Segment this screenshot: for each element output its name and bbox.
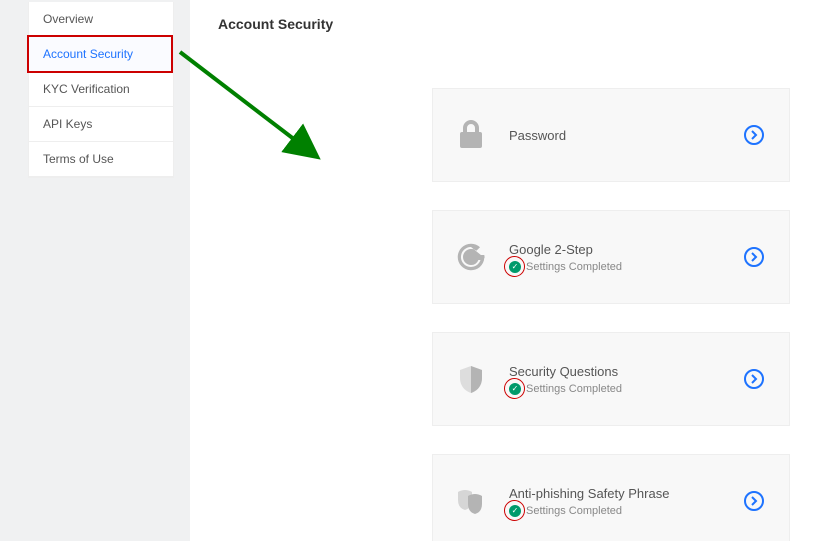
sidebar: Overview Account Security KYC Verificati… xyxy=(28,2,174,178)
card-title: Security Questions xyxy=(509,364,737,379)
security-card-antiphishing: Anti-phishing Safety Phrase ✓ Settings C… xyxy=(432,454,790,541)
sidebar-item-label: Account Security xyxy=(43,47,133,61)
card-status-text: Settings Completed xyxy=(526,383,622,395)
card-status-text: Settings Completed xyxy=(526,505,622,517)
page-header: Account Security xyxy=(190,0,839,47)
card-status-text: Settings Completed xyxy=(526,261,622,273)
sidebar-item-label: API Keys xyxy=(43,117,92,131)
sidebar-item-kyc[interactable]: KYC Verification xyxy=(29,72,173,107)
sidebar-item-account-security[interactable]: Account Security xyxy=(29,37,173,72)
card-title: Password xyxy=(509,128,737,143)
content-body: Password Google 2-Step ✓ Settings Comple… xyxy=(190,46,839,541)
sidebar-item-label: Terms of Use xyxy=(43,152,114,166)
card-status: ✓ Settings Completed xyxy=(509,261,737,273)
check-icon: ✓ xyxy=(509,383,521,395)
open-password-button[interactable] xyxy=(737,124,771,146)
app-root: Overview Account Security KYC Verificati… xyxy=(0,0,839,541)
google-icon xyxy=(451,243,491,271)
open-questions-button[interactable] xyxy=(737,368,771,390)
masks-icon xyxy=(451,488,491,514)
sidebar-item-overview[interactable]: Overview xyxy=(29,2,173,37)
card-text: Password xyxy=(491,128,737,143)
card-text: Security Questions ✓ Settings Completed xyxy=(491,364,737,395)
shield-icon xyxy=(451,364,491,394)
sidebar-item-label: Overview xyxy=(43,12,93,26)
check-icon: ✓ xyxy=(509,261,521,273)
open-google-button[interactable] xyxy=(737,246,771,268)
card-status: ✓ Settings Completed xyxy=(509,505,737,517)
sidebar-item-api-keys[interactable]: API Keys xyxy=(29,107,173,142)
card-title: Anti-phishing Safety Phrase xyxy=(509,486,737,501)
card-status: ✓ Settings Completed xyxy=(509,383,737,395)
check-icon: ✓ xyxy=(509,505,521,517)
security-card-google: Google 2-Step ✓ Settings Completed xyxy=(432,210,790,304)
lock-icon xyxy=(451,120,491,150)
card-title: Google 2-Step xyxy=(509,242,737,257)
security-card-password: Password xyxy=(432,88,790,182)
open-antiphishing-button[interactable] xyxy=(737,490,771,512)
page-title: Account Security xyxy=(218,16,815,32)
card-text: Google 2-Step ✓ Settings Completed xyxy=(491,242,737,273)
security-card-questions: Security Questions ✓ Settings Completed xyxy=(432,332,790,426)
sidebar-item-terms[interactable]: Terms of Use xyxy=(29,142,173,177)
sidebar-item-label: KYC Verification xyxy=(43,82,130,96)
card-text: Anti-phishing Safety Phrase ✓ Settings C… xyxy=(491,486,737,517)
